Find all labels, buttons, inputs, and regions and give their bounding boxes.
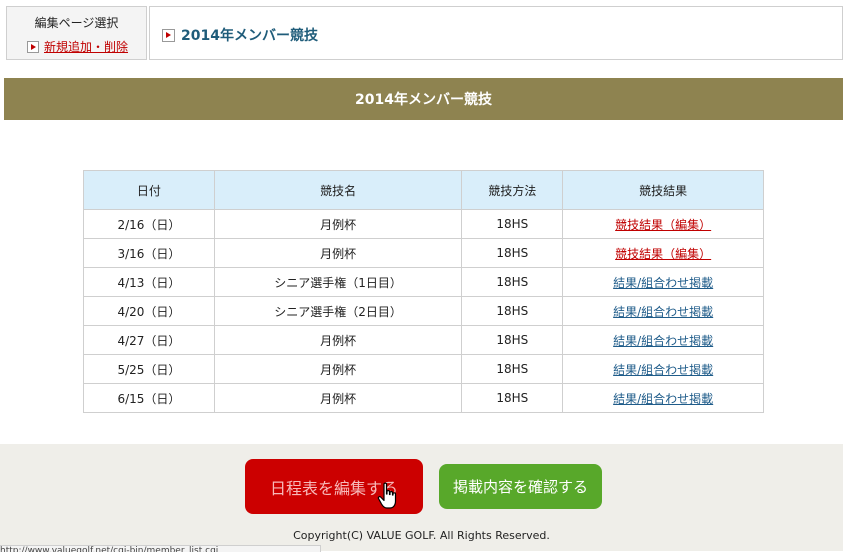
cell-result: 競技結果（編集） bbox=[562, 238, 764, 268]
cell-method: 18HS bbox=[461, 383, 564, 413]
cell-date: 4/27（日） bbox=[83, 325, 215, 355]
cell-date: 4/20（日） bbox=[83, 296, 215, 326]
cell-date: 5/25（日） bbox=[83, 354, 215, 384]
footer: 日程表を編集する 掲載内容を確認する Copyright(C) VALUE GO… bbox=[0, 444, 843, 551]
header-result: 競技結果 bbox=[562, 170, 764, 210]
schedule-body: 2/16（日） 月例杯 18HS 競技結果（編集） 3/16（日） 月例杯 18… bbox=[83, 209, 764, 413]
header-method: 競技方法 bbox=[461, 170, 564, 210]
cell-name: 月例杯 bbox=[213, 209, 463, 239]
current-page-title: 2014年メンバー競技 bbox=[181, 28, 318, 44]
confirm-content-button[interactable]: 掲載内容を確認する bbox=[439, 464, 602, 509]
result-edit-link[interactable]: 競技結果（編集） bbox=[615, 218, 711, 232]
cell-name: 月例杯 bbox=[213, 238, 463, 268]
cell-name: 月例杯 bbox=[213, 325, 463, 355]
current-page-panel: 2014年メンバー競技 bbox=[149, 6, 843, 60]
result-pairing-link[interactable]: 結果/組合わせ掲載 bbox=[613, 363, 713, 377]
table-header-row: 日付 競技名 競技方法 競技結果 bbox=[83, 170, 764, 210]
marker-arrow-icon bbox=[162, 28, 175, 42]
table-row: 4/20（日） シニア選手権（2日目） 18HS 結果/組合わせ掲載 bbox=[83, 296, 764, 326]
cell-result: 結果/組合わせ掲載 bbox=[562, 354, 764, 384]
table-row: 3/16（日） 月例杯 18HS 競技結果（編集） bbox=[83, 238, 764, 268]
hand-cursor-icon bbox=[377, 482, 397, 509]
cell-date: 6/15（日） bbox=[83, 383, 215, 413]
page-banner: 2014年メンバー競技 bbox=[4, 78, 843, 120]
cell-method: 18HS bbox=[461, 354, 564, 384]
cell-result: 結果/組合わせ掲載 bbox=[562, 383, 764, 413]
cell-result: 結果/組合わせ掲載 bbox=[562, 267, 764, 297]
cell-method: 18HS bbox=[461, 267, 564, 297]
header-date: 日付 bbox=[83, 170, 215, 210]
add-delete-link-label: 新規追加・削除 bbox=[44, 40, 129, 54]
cell-method: 18HS bbox=[461, 209, 564, 239]
cell-name: 月例杯 bbox=[213, 383, 463, 413]
current-page-link[interactable]: 2014年メンバー競技 bbox=[162, 25, 318, 45]
schedule-table: 日付 競技名 競技方法 競技結果 2/16（日） 月例杯 18HS 競技結果（編… bbox=[83, 170, 764, 413]
cell-date: 3/16（日） bbox=[83, 238, 215, 268]
result-pairing-link[interactable]: 結果/組合わせ掲載 bbox=[613, 305, 713, 319]
table-row: 2/16（日） 月例杯 18HS 競技結果（編集） bbox=[83, 209, 764, 239]
header-name: 競技名 bbox=[213, 170, 463, 210]
table-row: 5/25（日） 月例杯 18HS 結果/組合わせ掲載 bbox=[83, 354, 764, 384]
cell-result: 結果/組合わせ掲載 bbox=[562, 325, 764, 355]
table-row: 4/27（日） 月例杯 18HS 結果/組合わせ掲載 bbox=[83, 325, 764, 355]
cell-method: 18HS bbox=[461, 325, 564, 355]
add-delete-link[interactable]: 新規追加・削除 bbox=[27, 38, 128, 55]
cell-result: 競技結果（編集） bbox=[562, 209, 764, 239]
cell-result: 結果/組合わせ掲載 bbox=[562, 296, 764, 326]
result-pairing-link[interactable]: 結果/組合わせ掲載 bbox=[613, 334, 713, 348]
table-row: 6/15（日） 月例杯 18HS 結果/組合わせ掲載 bbox=[83, 383, 764, 413]
page-select-title: 編集ページ選択 bbox=[34, 16, 119, 30]
copyright-text: Copyright(C) VALUE GOLF. All Rights Rese… bbox=[293, 529, 550, 542]
cell-name: シニア選手権（2日目） bbox=[213, 296, 463, 326]
table-row: 4/13（日） シニア選手権（1日目） 18HS 結果/組合わせ掲載 bbox=[83, 267, 764, 297]
cell-method: 18HS bbox=[461, 238, 564, 268]
result-pairing-link[interactable]: 結果/組合わせ掲載 bbox=[613, 392, 713, 406]
result-pairing-link[interactable]: 結果/組合わせ掲載 bbox=[613, 276, 713, 290]
marker-arrow-icon bbox=[27, 40, 39, 53]
cell-name: 月例杯 bbox=[213, 354, 463, 384]
cell-date: 2/16（日） bbox=[83, 209, 215, 239]
cell-name: シニア選手権（1日目） bbox=[213, 267, 463, 297]
page-select-panel: 編集ページ選択 新規追加・削除 bbox=[6, 6, 147, 60]
result-edit-link[interactable]: 競技結果（編集） bbox=[615, 247, 711, 261]
cell-method: 18HS bbox=[461, 296, 564, 326]
cell-date: 4/13（日） bbox=[83, 267, 215, 297]
